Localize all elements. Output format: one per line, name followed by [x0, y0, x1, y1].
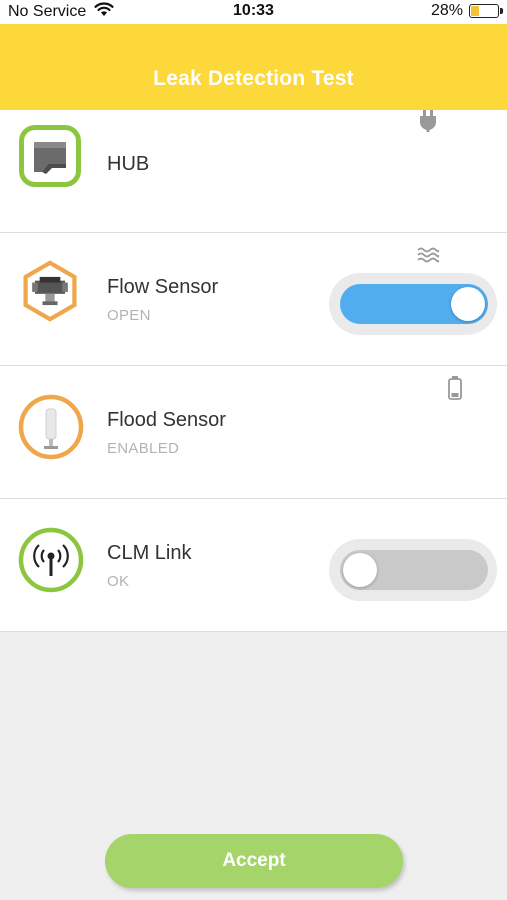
device-list: HUB Flow Sensor OPEN Flood Sensor ENABLE… — [0, 110, 507, 632]
device-name: Flow Sensor — [107, 276, 219, 298]
device-status: OK — [107, 573, 130, 590]
water-waves-icon — [417, 247, 440, 268]
hub-device-icon — [19, 125, 81, 187]
power-plug-icon — [419, 110, 437, 137]
accept-button[interactable]: Accept — [105, 834, 403, 888]
battery-percent: 28% — [430, 2, 463, 19]
battery-icon — [469, 4, 503, 18]
device-status: OPEN — [107, 307, 151, 324]
device-status: ENABLED — [107, 440, 180, 457]
device-row-flow-sensor[interactable]: Flow Sensor OPEN — [0, 233, 507, 366]
battery-low-icon — [448, 376, 462, 405]
status-bar-right: 28% — [430, 2, 503, 20]
flow-sensor-toggle-track — [329, 273, 497, 335]
device-name: CLM Link — [107, 542, 192, 564]
page-title: Leak Detection Test — [153, 67, 354, 90]
flow-sensor-device-icon — [19, 260, 81, 322]
device-row-clm-link[interactable]: CLM Link OK — [0, 499, 507, 632]
flood-sensor-device-icon — [17, 393, 85, 461]
device-name: HUB — [107, 153, 150, 175]
clm-link-toggle-track — [329, 539, 497, 601]
toggle-knob — [343, 553, 377, 587]
device-row-flood-sensor[interactable]: Flood Sensor ENABLED — [0, 366, 507, 499]
device-name: Flood Sensor — [107, 409, 226, 431]
antenna-icon — [17, 526, 85, 594]
device-row-hub[interactable]: HUB — [0, 110, 507, 233]
status-bar: No Service 10:33 28% — [0, 0, 507, 24]
flow-sensor-toggle[interactable] — [340, 284, 488, 324]
clm-link-toggle[interactable] — [340, 550, 488, 590]
toggle-knob — [451, 287, 485, 321]
app-header: Leak Detection Test — [0, 24, 507, 110]
